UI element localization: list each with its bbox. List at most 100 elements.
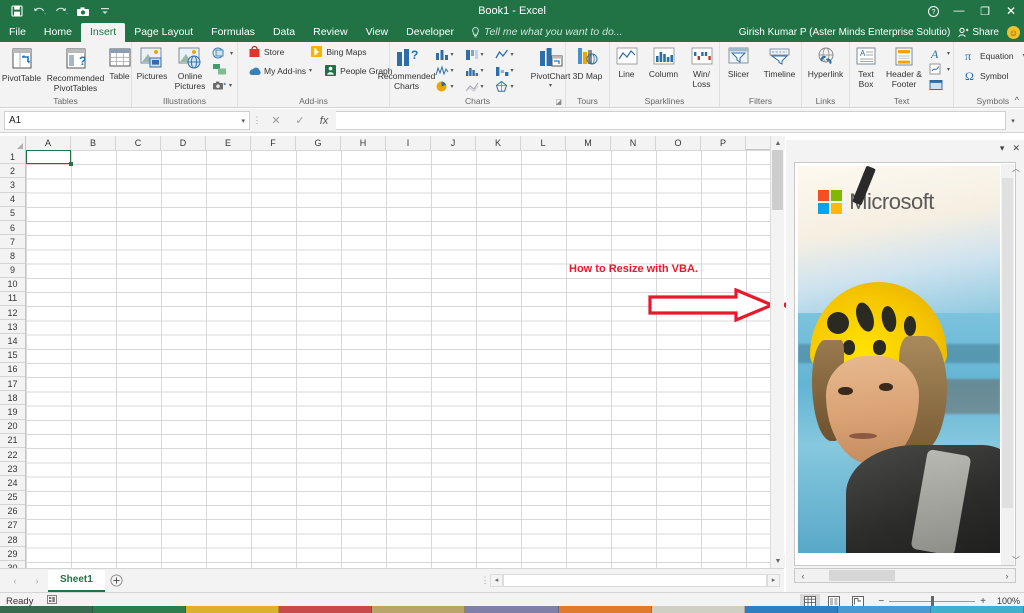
- customize-qat-icon[interactable]: [94, 1, 116, 21]
- object-button[interactable]: [927, 78, 952, 93]
- formula-input[interactable]: [336, 111, 1006, 130]
- row-header-1[interactable]: 1: [0, 150, 25, 165]
- signature-line-button[interactable]: ▾: [927, 62, 952, 77]
- recommended-pivottables-button[interactable]: ? Recommended PivotTables: [47, 44, 104, 93]
- wordart-button[interactable]: A ▾: [927, 46, 952, 61]
- recommended-charts-button[interactable]: ? Recommended Charts: [378, 44, 436, 91]
- account-name[interactable]: Girish Kumar P (Aster Minds Enterprise S…: [739, 27, 951, 38]
- column-header-B[interactable]: B: [71, 136, 116, 150]
- scroll-down-icon[interactable]: ▼: [771, 554, 785, 568]
- zoom-level-label[interactable]: 100%: [990, 596, 1020, 606]
- row-header-11[interactable]: 11: [0, 291, 25, 307]
- symbol-button[interactable]: Ω Symbol: [962, 68, 1010, 83]
- select-all-button[interactable]: [0, 136, 26, 150]
- row-header-18[interactable]: 18: [0, 391, 25, 406]
- column-header-K[interactable]: K: [476, 136, 521, 150]
- sparkline-winloss-button[interactable]: Win/ Loss: [685, 44, 719, 89]
- slicer-button[interactable]: Slicer: [721, 44, 757, 80]
- online-pictures-button[interactable]: Online Pictures: [172, 44, 208, 91]
- scatter-chart-button[interactable]: ▾: [435, 62, 465, 78]
- my-addins-button[interactable]: My Add-ins ▾: [246, 63, 314, 78]
- taskbar-item[interactable]: [0, 606, 94, 613]
- taskbar-item[interactable]: [372, 606, 466, 613]
- task-pane-options-chevron-down-icon[interactable]: ▾: [1000, 143, 1005, 154]
- pivottable-button[interactable]: PivotTable: [0, 44, 49, 84]
- smartart-button[interactable]: [210, 62, 235, 77]
- row-header-26[interactable]: 26: [0, 504, 25, 519]
- row-header-5[interactable]: 5: [0, 206, 25, 221]
- column-header-M[interactable]: M: [566, 136, 611, 150]
- text-box-button[interactable]: A Text Box: [851, 44, 881, 89]
- column-chart-button[interactable]: ▾: [435, 46, 465, 62]
- tab-home[interactable]: Home: [35, 23, 81, 42]
- taskbar-item[interactable]: [744, 606, 838, 613]
- row-header-7[interactable]: 7: [0, 235, 25, 250]
- next-sheet-button[interactable]: ›: [26, 576, 48, 586]
- minimize-button[interactable]: —: [946, 0, 972, 22]
- column-header-O[interactable]: O: [656, 136, 701, 150]
- scroll-left-icon[interactable]: ◂: [490, 573, 503, 587]
- scroll-up-icon[interactable]: ▲: [771, 136, 785, 150]
- row-header-13[interactable]: 13: [0, 320, 25, 335]
- tell-me-box[interactable]: Tell me what you want to do...: [471, 26, 623, 42]
- row-header-15[interactable]: 15: [0, 348, 25, 363]
- row-header-21[interactable]: 21: [0, 433, 25, 448]
- previous-sheet-button[interactable]: ‹: [4, 576, 26, 586]
- row-header-9[interactable]: 9: [0, 263, 25, 278]
- row-header-8[interactable]: 8: [0, 249, 25, 264]
- zoom-thumb[interactable]: [931, 595, 935, 607]
- column-header-N[interactable]: N: [611, 136, 656, 150]
- column-header-J[interactable]: J: [431, 136, 476, 150]
- task-pane-close-icon[interactable]: ✕: [1012, 143, 1020, 154]
- store-button[interactable]: Store: [246, 44, 286, 59]
- waterfall-chart-button[interactable]: ▾: [495, 62, 525, 78]
- restore-button[interactable]: ❐: [972, 0, 998, 22]
- add-sheet-button[interactable]: [105, 574, 129, 587]
- scroll-right-icon[interactable]: ▸: [767, 573, 780, 587]
- tab-data[interactable]: Data: [264, 23, 304, 42]
- screenshot-button[interactable]: ▾: [210, 78, 235, 93]
- bar-chart-button[interactable]: ▾: [465, 46, 495, 62]
- name-box-chevron-down-icon[interactable]: ▾: [241, 117, 245, 125]
- tab-formulas[interactable]: Formulas: [202, 23, 264, 42]
- column-header-E[interactable]: E: [206, 136, 251, 150]
- taskbar-item[interactable]: [651, 606, 745, 613]
- tab-review[interactable]: Review: [304, 23, 356, 42]
- vertical-scroll-thumb[interactable]: [772, 150, 783, 210]
- header-footer-button[interactable]: Header & Footer: [883, 44, 925, 89]
- sheet-vertical-scrollbar[interactable]: ▲ ▼: [770, 136, 785, 568]
- pie-chart-button[interactable]: ▾: [435, 78, 465, 94]
- bing-maps-button[interactable]: Bing Maps: [308, 44, 368, 59]
- row-header-17[interactable]: 17: [0, 377, 25, 392]
- name-box[interactable]: A1 ▾: [4, 111, 250, 130]
- column-header-L[interactable]: L: [521, 136, 566, 150]
- row-header-2[interactable]: 2: [0, 164, 25, 179]
- charts-dialog-launcher[interactable]: ◪: [555, 98, 562, 106]
- taskbar-item[interactable]: [465, 606, 559, 613]
- sheet-tab-sheet1[interactable]: Sheet1: [48, 569, 105, 592]
- sheet-horizontal-scrollbar[interactable]: ⋮ ◂ ▸: [480, 572, 780, 588]
- tab-insert[interactable]: Insert: [80, 23, 126, 42]
- row-header-28[interactable]: 28: [0, 533, 25, 548]
- sparkline-line-button[interactable]: Line: [611, 44, 643, 80]
- row-header-4[interactable]: 4: [0, 192, 25, 207]
- undo-icon[interactable]: [28, 1, 50, 21]
- row-header-20[interactable]: 20: [0, 419, 25, 434]
- image-horizontal-scroll-thumb[interactable]: [829, 570, 895, 581]
- column-header-H[interactable]: H: [341, 136, 386, 150]
- column-header-C[interactable]: C: [116, 136, 161, 150]
- row-header-29[interactable]: 29: [0, 547, 25, 562]
- sparkline-column-button[interactable]: Column: [645, 44, 683, 80]
- taskbar-item[interactable]: [186, 606, 280, 613]
- row-header-6[interactable]: 6: [0, 220, 25, 236]
- row-header-25[interactable]: 25: [0, 490, 25, 505]
- surface-chart-button[interactable]: ▾: [465, 78, 495, 94]
- image-scroll-right-icon[interactable]: ›: [999, 571, 1015, 581]
- taskbar-item[interactable]: [930, 606, 1024, 613]
- row-header-23[interactable]: 23: [0, 462, 25, 477]
- horizontal-scroll-track[interactable]: [503, 573, 767, 587]
- taskbar-item[interactable]: [837, 606, 931, 613]
- row-header-3[interactable]: 3: [0, 178, 25, 193]
- close-button[interactable]: ✕: [998, 0, 1024, 22]
- zoom-slider[interactable]: − +: [878, 595, 986, 607]
